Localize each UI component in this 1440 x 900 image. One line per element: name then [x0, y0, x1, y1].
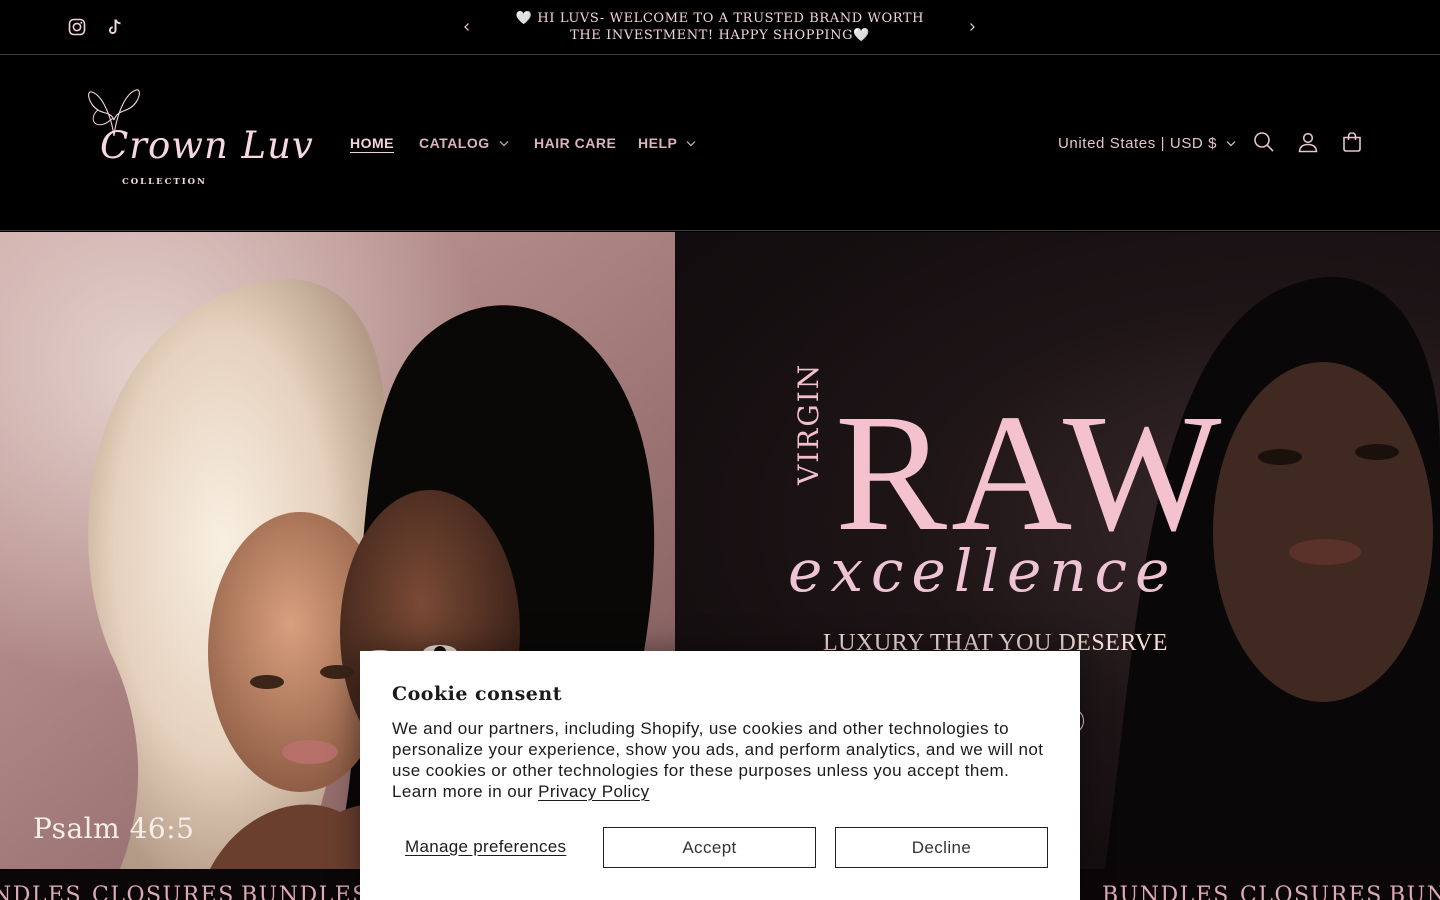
instagram-icon[interactable]: [67, 17, 87, 37]
nav-hair-care-label: HAIR CARE: [534, 135, 617, 151]
announcement-bar: 🤍 HI LUVS- WELCOME TO A TRUSTED BRAND WO…: [0, 0, 1440, 55]
logo-subtitle: COLLECTION: [122, 177, 207, 187]
country-currency-selector[interactable]: United States | USD $: [1058, 131, 1236, 155]
hero-virgin-text: VIRGIN: [792, 362, 825, 485]
nav-help[interactable]: HELP: [638, 131, 696, 155]
accept-button[interactable]: Accept: [603, 827, 816, 868]
nav-catalog-label: CATALOG: [419, 135, 490, 151]
manage-preferences-link[interactable]: Manage preferences: [405, 837, 566, 857]
chevron-down-icon: [499, 140, 509, 147]
hero-raw-text: RAW: [835, 380, 1226, 566]
announcement-text: 🤍 HI LUVS- WELCOME TO A TRUSTED BRAND WO…: [515, 11, 925, 43]
nav-home-label: HOME: [350, 135, 394, 151]
locale-label: United States | USD $: [1058, 134, 1218, 152]
cookie-title: Cookie consent: [392, 683, 562, 705]
nav-hair-care[interactable]: HAIR CARE: [534, 131, 616, 155]
hero-caption: Psalm 46:5: [33, 812, 195, 845]
tiktok-icon[interactable]: [105, 17, 125, 37]
marquee-item[interactable]: CLOSURES: [1240, 883, 1383, 900]
nav-help-label: HELP: [638, 135, 678, 151]
marquee-item[interactable]: BUNDLES: [1102, 883, 1230, 900]
site-header: Crown Luv COLLECTION HOME CATALOG HAIR C…: [0, 56, 1440, 231]
chevron-left-icon[interactable]: [457, 17, 477, 37]
marquee-item[interactable]: CLOSURES: [92, 883, 235, 900]
hero-excellence-text: excellence: [788, 537, 1178, 605]
search-icon[interactable]: [1252, 130, 1276, 154]
cookie-body: We and our partners, including Shopify, …: [392, 718, 1054, 802]
decline-button[interactable]: Decline: [835, 827, 1048, 868]
nav-catalog[interactable]: CATALOG: [419, 131, 509, 155]
marquee-item[interactable]: BUNDLES: [241, 883, 369, 900]
brand-logo[interactable]: Crown Luv COLLECTION: [80, 86, 313, 191]
marquee-item[interactable]: BUNI: [1389, 883, 1440, 900]
chevron-down-icon: [1226, 140, 1236, 147]
chevron-down-icon: [686, 140, 696, 147]
privacy-policy-link[interactable]: Privacy Policy: [538, 782, 649, 801]
chevron-right-icon[interactable]: [962, 17, 982, 37]
account-icon[interactable]: [1296, 130, 1320, 154]
cart-icon[interactable]: [1340, 130, 1364, 154]
nav-home[interactable]: HOME: [350, 131, 394, 155]
cookie-consent-dialog: Cookie consent We and our partners, incl…: [360, 651, 1080, 900]
cookie-body-text: We and our partners, including Shopify, …: [392, 719, 1044, 801]
logo-wordmark: Crown Luv: [100, 124, 314, 167]
marquee-item[interactable]: NDLES: [0, 883, 82, 900]
